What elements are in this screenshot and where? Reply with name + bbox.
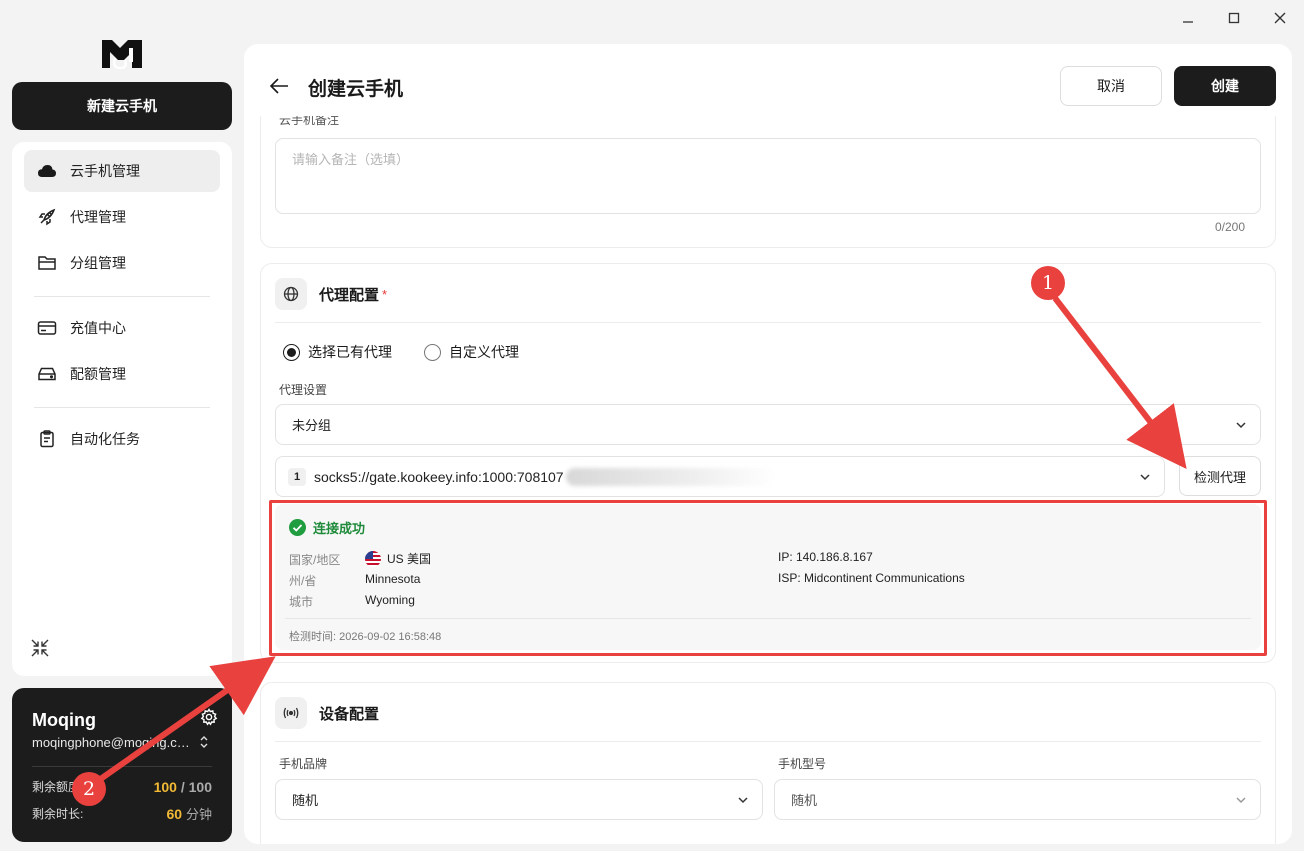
time-row: 剩余时长: 60 分钟 xyxy=(32,804,212,823)
radio-custom-label[interactable]: 自定义代理 xyxy=(449,342,519,362)
quota-value: 100 / 100 xyxy=(153,778,212,795)
sidebar-item-label: 代理管理 xyxy=(70,209,126,225)
model-select[interactable]: 随机 xyxy=(774,779,1261,820)
sidebar-item-label: 配额管理 xyxy=(70,366,126,382)
redacted-blur xyxy=(565,467,776,486)
user-card[interactable]: Moqing moqingphone@moqing.com 剩余额度 100 /… xyxy=(12,688,232,842)
quota-row: 剩余额度 100 / 100 xyxy=(32,778,212,795)
sidebar-item-groups[interactable]: 分组管理 xyxy=(24,242,220,284)
main-panel: 创建云手机 取消 创建 云手机备注 请输入备注（选填） 0/200 代理配置 *… xyxy=(244,44,1292,844)
minimize-icon[interactable] xyxy=(1178,8,1198,28)
maximize-icon[interactable] xyxy=(1224,8,1244,28)
form-scroll-area[interactable]: 云手机备注 请输入备注（选填） 0/200 代理配置 * 选择已有代理 自定义代… xyxy=(244,116,1292,844)
proxy-mode-radios: 选择已有代理 自定义代理 xyxy=(283,342,551,362)
check-proxy-button[interactable]: 检测代理 xyxy=(1179,456,1261,496)
annotation-marker-1: 1 xyxy=(1031,266,1065,300)
user-card-divider xyxy=(32,766,212,767)
brand-label: 手机品牌 xyxy=(279,757,328,771)
note-placeholder: 请输入备注（选填） xyxy=(292,152,410,167)
storage-icon xyxy=(36,363,58,385)
credit-card-icon xyxy=(36,317,58,339)
page-title: 创建云手机 xyxy=(308,79,404,100)
note-card: 云手机备注 请输入备注（选填） 0/200 xyxy=(260,116,1276,248)
sidebar-item-label: 充值中心 xyxy=(70,320,126,336)
proxy-index-badge: 1 xyxy=(288,467,306,486)
user-email: moqingphone@moqing.com xyxy=(32,735,192,750)
time-label: 剩余时长: xyxy=(32,807,84,821)
rocket-icon xyxy=(36,206,58,228)
required-mark: * xyxy=(382,286,388,302)
proxy-group-select[interactable]: 未分组 xyxy=(275,404,1261,445)
device-config-card: 设备配置 手机品牌 随机 手机型号 随机 xyxy=(260,682,1276,844)
globe-icon xyxy=(275,278,307,310)
cancel-button[interactable]: 取消 xyxy=(1060,66,1162,106)
sidebar-item-quota[interactable]: 配额管理 xyxy=(24,353,220,395)
sidebar-item-cloud-phones[interactable]: 云手机管理 xyxy=(24,150,220,192)
device-section-header: 设备配置 xyxy=(275,697,379,729)
section-divider xyxy=(275,741,1261,742)
note-textarea[interactable]: 请输入备注（选填） xyxy=(275,138,1261,214)
section-divider xyxy=(275,322,1261,323)
new-cloud-phone-button[interactable]: 新建云手机 xyxy=(12,82,232,130)
clipboard-icon xyxy=(36,428,58,450)
sidebar-item-label: 分组管理 xyxy=(70,255,126,271)
radio-existing-label[interactable]: 选择已有代理 xyxy=(308,342,392,362)
user-name: Moqing xyxy=(32,710,96,730)
model-value: 随机 xyxy=(791,793,818,808)
create-button[interactable]: 创建 xyxy=(1174,66,1276,106)
model-label: 手机型号 xyxy=(778,757,827,771)
app-logo xyxy=(98,36,146,72)
window-controls xyxy=(1178,8,1290,28)
cloud-icon xyxy=(36,160,58,182)
collapse-sidebar-icon[interactable] xyxy=(30,638,50,658)
signal-icon xyxy=(275,697,307,729)
brand-select[interactable]: 随机 xyxy=(275,779,763,820)
note-char-count: 0/200 xyxy=(1214,220,1245,234)
proxy-config-card: 代理配置 * 选择已有代理 自定义代理 代理设置 未分组 1 socks5://… xyxy=(260,263,1276,663)
proxy-section-title: 代理配置 xyxy=(319,286,380,304)
chevron-down-icon xyxy=(1234,793,1248,807)
proxy-settings-label: 代理设置 xyxy=(279,383,328,397)
radio-existing-proxy[interactable] xyxy=(283,343,300,361)
chevron-down-icon xyxy=(1234,418,1248,432)
chevron-down-icon xyxy=(1138,470,1152,484)
folder-icon xyxy=(36,252,58,274)
highlight-frame xyxy=(269,500,1267,656)
sidebar-item-automation[interactable]: 自动化任务 xyxy=(24,418,220,460)
chevron-down-icon xyxy=(736,793,750,807)
sidebar-item-recharge[interactable]: 充值中心 xyxy=(24,307,220,349)
annotation-marker-2: 2 xyxy=(72,772,106,806)
proxy-group-value: 未分组 xyxy=(292,418,332,433)
sidebar-item-label: 云手机管理 xyxy=(70,163,140,179)
gear-icon[interactable] xyxy=(200,708,218,726)
proxy-value: socks5://gate.kookeey.info:1000:708107 xyxy=(314,468,564,485)
proxy-select[interactable]: 1 socks5://gate.kookeey.info:1000:708107 xyxy=(275,456,1165,497)
time-value: 60 分钟 xyxy=(166,806,212,822)
brand-value: 随机 xyxy=(292,793,319,808)
close-icon[interactable] xyxy=(1270,8,1290,28)
back-arrow-icon[interactable] xyxy=(268,76,290,96)
sidebar-item-proxies[interactable]: 代理管理 xyxy=(24,196,220,238)
device-section-title: 设备配置 xyxy=(319,705,380,723)
radio-custom-proxy[interactable] xyxy=(424,343,441,361)
chevron-up-down-icon[interactable] xyxy=(198,735,210,749)
proxy-section-header: 代理配置 * xyxy=(275,278,387,310)
nav-divider xyxy=(34,407,210,408)
sidebar-nav: 云手机管理 代理管理 分组管理 充值中心 配额管理 自动化任务 xyxy=(12,142,232,676)
nav-divider xyxy=(34,296,210,297)
sidebar-item-label: 自动化任务 xyxy=(70,431,140,447)
note-label: 云手机备注 xyxy=(279,116,340,127)
